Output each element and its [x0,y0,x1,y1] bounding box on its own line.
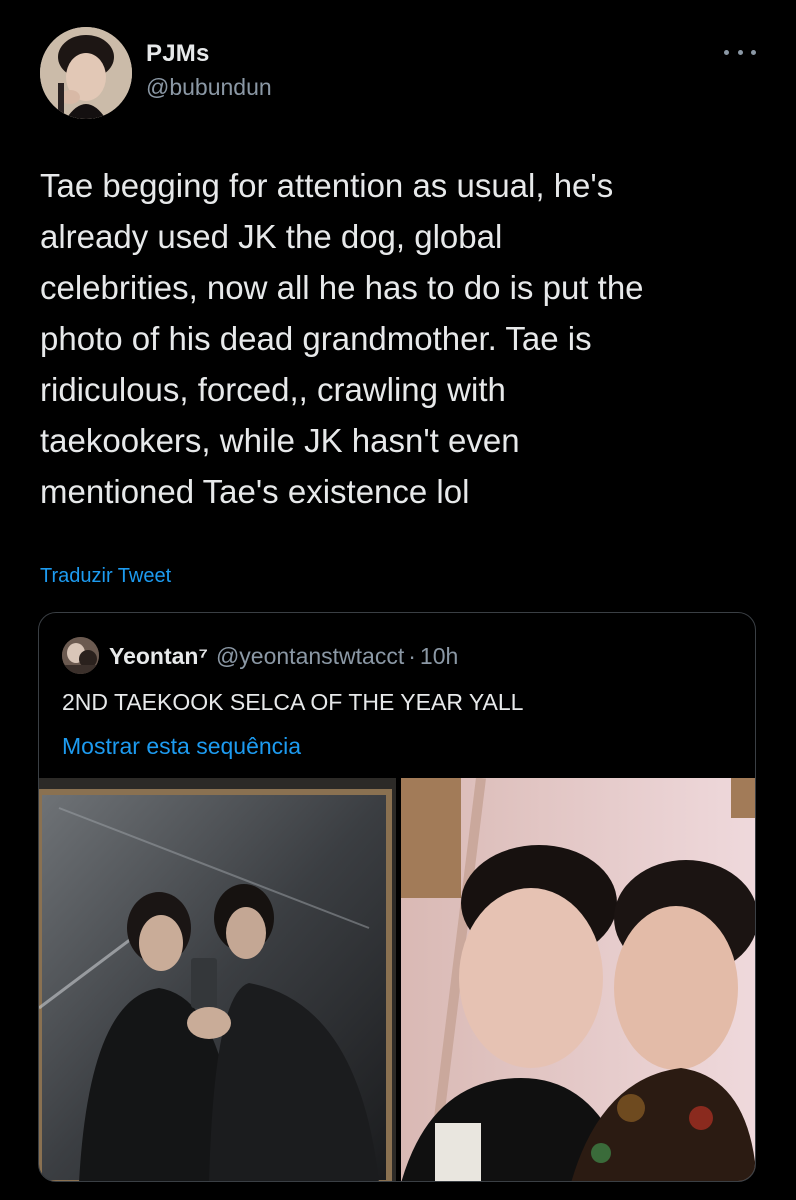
dot [751,49,756,55]
dot [737,49,743,55]
more-horizontal-icon[interactable] [724,42,756,62]
quoted-tweet-text: 2ND TAEKOOK SELCA OF THE YEAR YALL [62,689,524,715]
dot [724,49,729,55]
translate-tweet-link[interactable]: Traduzir Tweet [40,565,171,588]
tweet: PJMs @bubundun Tae begging for attention… [0,0,796,1200]
quoted-tweet-card[interactable]: Yeontan⁷ @yeontanstwtacct · 10h 2ND TAEKOOK… [38,612,756,1182]
tweet-text: Tae begging for attention as usual, he's… [40,167,644,510]
quoted-handle[interactable]: @yeontanstwtacct [216,643,404,669]
author-display-name[interactable]: PJMs [146,40,210,68]
media-photo-close-up-selfie[interactable] [401,778,755,1181]
author-avatar-image [40,27,132,119]
author-handle[interactable]: @bubundun [146,74,272,101]
quoted-display-name[interactable]: Yeontan⁷ [109,643,208,669]
media-photo-mirror-selfie[interactable] [39,778,396,1181]
photo-left-image [39,778,396,1181]
photo-right-image [401,778,755,1181]
author-avatar[interactable] [40,27,132,119]
quoted-avatar-image [62,637,99,674]
quoted-author-avatar[interactable] [62,637,99,674]
quoted-header: Yeontan⁷ @yeontanstwtacct · 10h [109,643,458,670]
quoted-timestamp[interactable]: 10h [420,643,458,669]
show-thread-link[interactable]: Mostrar esta sequência [62,733,301,760]
header-separator: · [408,643,416,669]
